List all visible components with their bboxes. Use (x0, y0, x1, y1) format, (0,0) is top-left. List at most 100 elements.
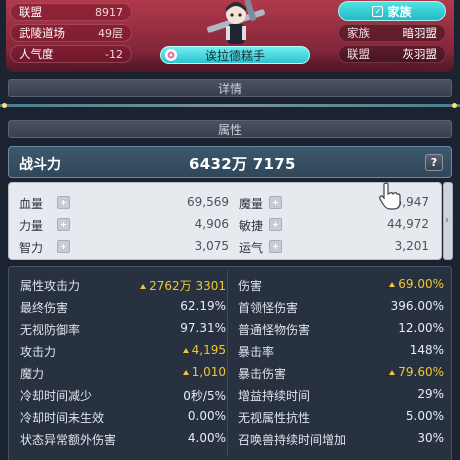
luk-value: 3,201 (394, 239, 429, 253)
title-badge-label: 诶拉德糕手 (204, 48, 265, 63)
list-item: 攻击力 4,195 (20, 343, 226, 359)
attributes-header[interactable]: 属性 (8, 120, 452, 138)
details-toggle-label: 详情 (217, 81, 242, 96)
union-stat: 联盟 8917 (10, 3, 132, 21)
column-divider (227, 270, 228, 456)
list-item: 普通怪物伤害 12.00% (238, 321, 444, 337)
plus-icon[interactable] (57, 218, 70, 231)
stat-value: 62.19% (180, 299, 226, 313)
hp-label: 血量 (19, 197, 44, 211)
guild-button[interactable]: ✓ 家族 (338, 1, 446, 21)
help-button[interactable]: ? (425, 154, 443, 171)
str-label: 力量 (19, 219, 44, 233)
stat-value: 29% (417, 387, 444, 401)
guild-button-label: 家族 (387, 4, 412, 19)
list-item: 召唤兽持续时间增加 30% (238, 431, 444, 447)
guild-name-value: 暗羽盟 (402, 26, 438, 40)
list-item: 暴击率 148% (238, 343, 444, 359)
stat-label: 魔力 (20, 367, 45, 381)
dex-label: 敏捷 (239, 219, 264, 233)
stat-value: 12.00% (398, 321, 444, 335)
stat-label: 伤害 (238, 279, 263, 293)
stat-value: 4.00% (187, 431, 226, 445)
alliance-name-stat: 联盟 灰羽盟 (338, 45, 446, 63)
hp-value: 69,569 (187, 195, 229, 209)
plus-icon[interactable] (269, 196, 282, 209)
stat-label: 首领怪伤害 (238, 301, 299, 315)
stat-label: 攻击力 (20, 345, 57, 359)
divider-dot-left (2, 103, 7, 108)
plus-icon[interactable] (269, 218, 282, 231)
guild-icon: ✓ (372, 5, 384, 17)
stat-value: 69.00% (389, 277, 444, 291)
dojo-value: 49层 (98, 27, 123, 40)
stat-label: 冷却时间减少 (20, 389, 93, 403)
stat-label: 暴击伤害 (238, 367, 287, 381)
popularity-label: 人气度 (19, 47, 54, 61)
character-avatar (207, 0, 265, 44)
hand-cursor-icon (379, 182, 401, 210)
arrow-up-icon (389, 282, 396, 287)
plus-icon[interactable] (57, 196, 70, 209)
arrow-up-icon (182, 370, 189, 375)
arrow-up-icon (389, 370, 396, 375)
divider-line (0, 104, 460, 107)
combat-power-value: 6432万 7175 (189, 155, 296, 173)
list-item: 冷却时间减少 0秒/5% (20, 387, 226, 403)
popularity-value: -12 (105, 47, 123, 61)
stat-value: 4,195 (182, 343, 226, 357)
dojo-stat: 武陵道场 49层 (10, 24, 132, 42)
stat-label: 普通怪物伤害 (238, 323, 311, 337)
stat-value: 0秒/5% (183, 389, 226, 403)
list-item: 首领怪伤害 396.00% (238, 299, 444, 315)
stat-label: 无视属性抗性 (238, 411, 311, 425)
stat-value: 30% (417, 431, 444, 445)
chevron-right-icon[interactable]: › (445, 215, 451, 227)
stat-value: 148% (409, 343, 444, 357)
list-item: 增益持续时间 29% (238, 387, 444, 403)
guild-name-label: 家族 (347, 26, 370, 40)
mp-label: 魔量 (239, 197, 264, 211)
stat-value: 2762万 3301 (140, 277, 226, 294)
plus-icon[interactable] (269, 240, 282, 253)
combat-power-bar: 战斗力 6432万 7175 ? (8, 146, 452, 178)
arrow-up-icon (182, 348, 189, 353)
help-button-label: ? (430, 156, 438, 169)
mp-value: 5,947 (394, 195, 429, 209)
list-item: 无视属性抗性 5.00% (238, 409, 444, 425)
stat-label: 增益持续时间 (238, 389, 311, 403)
stat-value: 5.00% (405, 409, 444, 423)
union-label: 联盟 (19, 5, 42, 19)
list-item: 最终伤害 62.19% (20, 299, 226, 315)
details-toggle[interactable]: 详情 (8, 79, 452, 97)
stat-label: 属性攻击力 (20, 279, 81, 293)
plus-icon[interactable] (57, 240, 70, 253)
stat-label: 最终伤害 (20, 301, 69, 315)
list-item: 冷却时间未生效 0.00% (20, 409, 226, 425)
stat-label: 冷却时间未生效 (20, 411, 105, 425)
list-item: 暴击伤害 79.60% (238, 365, 444, 381)
int-label: 智力 (19, 241, 44, 255)
list-item: 属性攻击力 2762万 3301 (20, 277, 226, 293)
divider-dot-right (452, 103, 457, 108)
profile-banner: 联盟 8917 武陵道场 49层 人气度 -12 ✓ 家族 家族 暗羽盟 联盟 … (6, 0, 454, 72)
combat-power-label: 战斗力 (19, 157, 61, 173)
int-value: 3,075 (194, 239, 229, 253)
alliance-name-value: 灰羽盟 (402, 47, 438, 61)
medal-icon (165, 49, 177, 61)
popularity-stat: 人气度 -12 (10, 45, 132, 63)
list-item: 无视防御率 97.31% (20, 321, 226, 337)
attributes-header-label: 属性 (217, 122, 242, 137)
title-badge[interactable]: 诶拉德糕手 (160, 46, 310, 64)
guild-name-stat: 家族 暗羽盟 (338, 24, 446, 42)
stat-value: 0.00% (187, 409, 226, 423)
stat-value: 396.00% (390, 299, 444, 313)
dex-value: 44,972 (387, 217, 429, 231)
union-value: 8917 (95, 5, 123, 19)
stat-value: 1,010 (182, 365, 226, 379)
alliance-name-label: 联盟 (347, 47, 370, 61)
luk-label: 运气 (239, 241, 264, 255)
stat-label: 暴击率 (238, 345, 275, 359)
stat-label: 无视防御率 (20, 323, 81, 337)
dojo-label: 武陵道场 (19, 26, 65, 40)
